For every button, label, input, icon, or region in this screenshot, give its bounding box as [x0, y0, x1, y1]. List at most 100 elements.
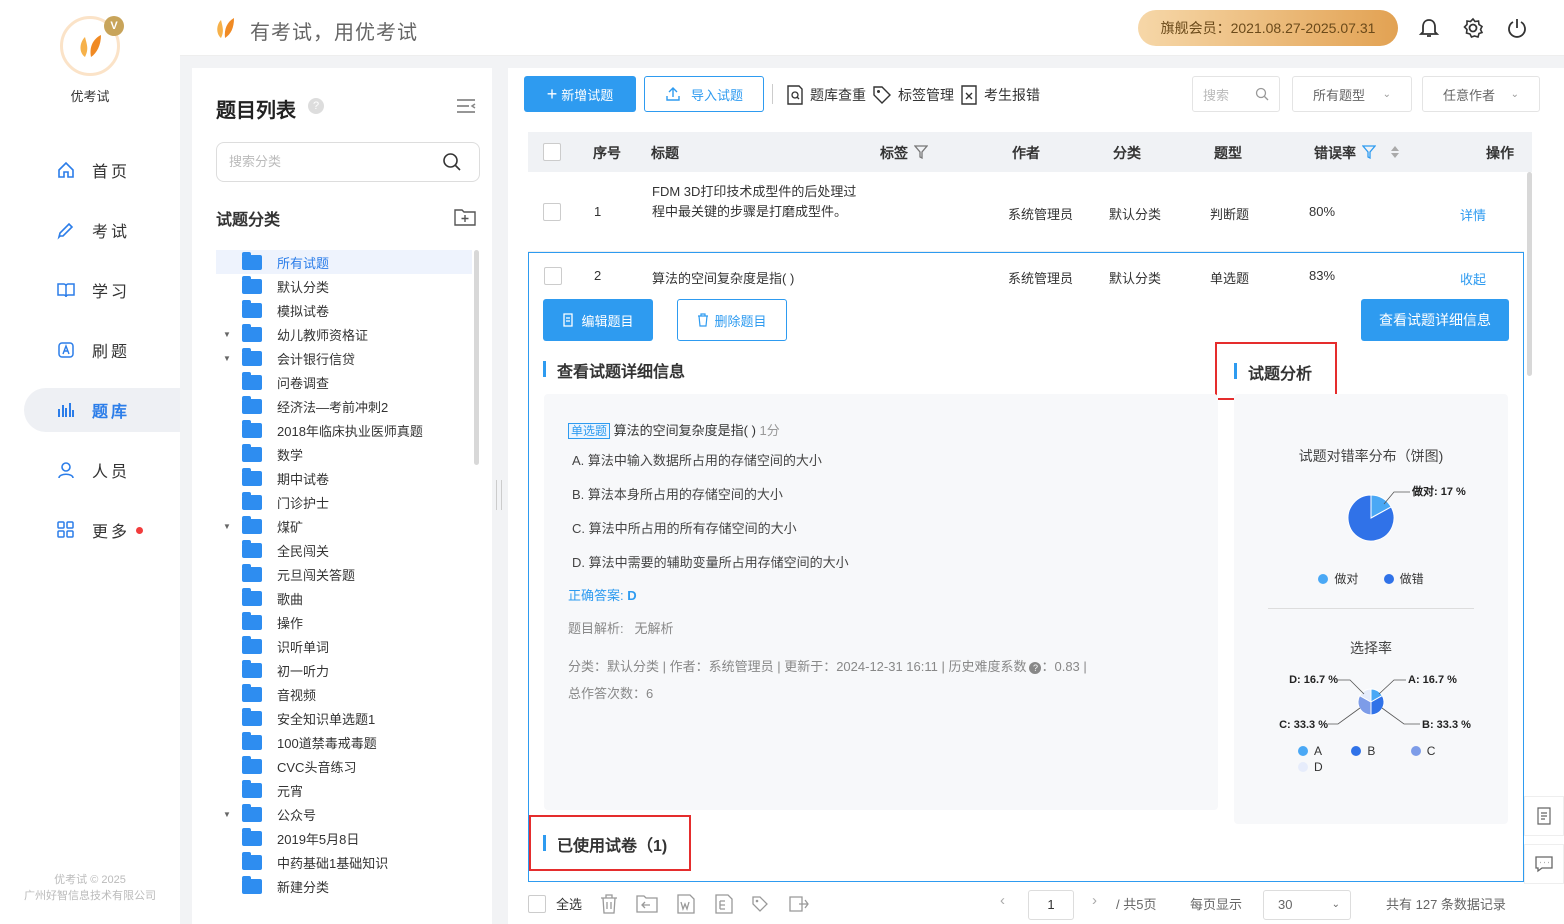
dedupe-link[interactable]: 题库查重 — [786, 84, 866, 106]
tree-item[interactable]: 安全知识单选题1 — [216, 706, 472, 730]
nav-item-5[interactable]: 人员 — [24, 448, 180, 492]
tree-item[interactable]: 门诊护士 — [216, 490, 472, 514]
export-excel-icon[interactable] — [714, 894, 734, 914]
tree-item[interactable]: 初一听力 — [216, 658, 472, 682]
per-page-select[interactable]: 30 ⌄ — [1263, 890, 1351, 920]
view-detail-button[interactable]: 查看试题详细信息 — [1361, 299, 1509, 341]
tree-item[interactable]: 全民闯关 — [216, 538, 472, 562]
tree-item[interactable]: 操作 — [216, 610, 472, 634]
caret-down-icon[interactable]: ▼ — [223, 330, 231, 339]
tree-item[interactable]: ▼ 煤矿 — [216, 514, 472, 538]
sort-icon[interactable] — [1390, 144, 1400, 160]
tree-item-label: 模拟试卷 — [277, 303, 330, 319]
tag-manage-link[interactable]: 标签管理 — [872, 84, 954, 106]
question-search-input[interactable]: 搜索 — [1192, 76, 1280, 112]
tree-item[interactable]: 中药基础1基础知识 — [216, 850, 472, 874]
tree-item[interactable]: 元旦闯关答题 — [216, 562, 472, 586]
help-icon[interactable]: ? — [1029, 662, 1042, 674]
row-checkbox[interactable] — [544, 267, 562, 285]
error-report-link[interactable]: 考生报错 — [960, 84, 1040, 106]
tree-item[interactable]: 新建分类 — [216, 874, 472, 898]
tree-item[interactable]: 100道禁毒戒毒题 — [216, 730, 472, 754]
filter-icon[interactable] — [914, 145, 928, 159]
nav-item-6[interactable]: 更多 — [24, 508, 180, 552]
tree-item[interactable]: 2019年5月8日 — [216, 826, 472, 850]
tree-item[interactable]: CVC头音练习 — [216, 754, 472, 778]
folder-icon — [242, 779, 262, 798]
chart-divider — [1268, 608, 1474, 609]
detail-link[interactable]: 详情 — [1460, 205, 1486, 224]
tree-item[interactable]: 问卷调查 — [216, 370, 472, 394]
tree-item[interactable]: 识听单词 — [216, 634, 472, 658]
page-input[interactable]: 1 — [1028, 890, 1074, 920]
folder-icon — [242, 731, 262, 750]
add-question-button[interactable]: + 新增试题 — [524, 76, 636, 112]
nav-item-0[interactable]: 首页 — [24, 148, 180, 192]
nav-item-2[interactable]: 学习 — [24, 268, 180, 312]
table-row[interactable]: 1 FDM 3D打印技术成型件的后处理过程中最关键的步骤是打磨成型件。 系统管理… — [528, 172, 1524, 252]
delete-question-button[interactable]: 删除题目 — [677, 299, 787, 341]
search-icon[interactable] — [442, 152, 462, 172]
question-stem: 单选题 算法的空间复杂度是指( ) 1分 — [568, 420, 780, 439]
filter-icon[interactable] — [1362, 145, 1376, 159]
tree-item[interactable]: ▼ 会计银行信贷 — [216, 346, 472, 370]
author-select[interactable]: 任意作者 ⌄ — [1422, 76, 1540, 112]
caret-down-icon[interactable]: ▼ — [223, 522, 231, 531]
power-icon[interactable] — [1506, 17, 1528, 39]
table-scrollbar[interactable] — [1527, 172, 1532, 376]
panel-resize-handle[interactable] — [496, 480, 502, 510]
gear-icon[interactable] — [1462, 17, 1484, 39]
tree-item[interactable]: ▼ 幼儿教师资格证 — [216, 322, 472, 346]
tree-item[interactable]: 经济法—考前冲刺2 — [216, 394, 472, 418]
batch-tag-icon[interactable] — [750, 894, 770, 914]
tree-item[interactable]: 模拟试卷 — [216, 298, 472, 322]
tag-icon — [873, 86, 891, 104]
next-page-icon[interactable]: › — [1092, 892, 1097, 909]
caret-down-icon[interactable]: ▼ — [223, 354, 231, 363]
tree-item[interactable]: 所有试题 — [216, 250, 472, 274]
prev-page-icon[interactable]: ‹ — [1000, 892, 1005, 909]
tree-item[interactable]: 数学 — [216, 442, 472, 466]
chat-float-button[interactable] — [1524, 844, 1564, 884]
tree-item[interactable]: 默认分类 — [216, 274, 472, 298]
vip-badge-icon: V — [104, 16, 124, 36]
book-icon — [57, 283, 75, 298]
notes-float-button[interactable] — [1524, 796, 1564, 836]
import-question-button[interactable]: 导入试题 — [644, 76, 764, 112]
caret-down-icon[interactable]: ▼ — [223, 810, 231, 819]
header-checkbox[interactable] — [543, 143, 561, 161]
user-icon — [58, 462, 74, 479]
folder-icon — [242, 563, 262, 582]
nav-item-4[interactable]: 题库 — [24, 388, 180, 432]
tree-item[interactable]: 元宵 — [216, 778, 472, 802]
tree-item[interactable]: ▼ 公众号 — [216, 802, 472, 826]
help-icon[interactable]: ? — [308, 98, 324, 114]
type-select[interactable]: 所有题型 ⌄ — [1292, 76, 1412, 112]
table-header: 序号 标题 标签 作者 分类 题型 错误率 操作 — [528, 132, 1532, 172]
bell-icon[interactable] — [1418, 17, 1440, 39]
select-all-label[interactable]: 全选 — [556, 894, 582, 913]
tree-item[interactable]: 音视频 — [216, 682, 472, 706]
vip-membership-badge[interactable]: 旗舰会员：2021.08.27-2025.07.31 — [1138, 10, 1398, 46]
move-folder-icon[interactable] — [636, 894, 658, 914]
add-folder-icon[interactable] — [454, 208, 476, 226]
tree-item-label: 100道禁毒戒毒题 — [277, 735, 377, 751]
row-checkbox[interactable] — [543, 203, 561, 221]
nav-item-1[interactable]: 考试 — [24, 208, 180, 252]
label-line — [1378, 679, 1406, 695]
tree-scrollbar[interactable] — [474, 250, 479, 465]
collapse-link[interactable]: 收起 — [1460, 269, 1486, 288]
app-name: 优考试 — [70, 89, 110, 104]
nav-item-3[interactable]: 刷题 — [24, 328, 180, 372]
tree-item[interactable]: 歌曲 — [216, 586, 472, 610]
export-word-icon[interactable] — [676, 894, 696, 914]
error-report-label: 考生报错 — [984, 87, 1040, 103]
trash-icon[interactable] — [600, 894, 618, 914]
batch-move-icon[interactable] — [788, 894, 810, 914]
category-search-input[interactable]: 搜索分类 — [216, 142, 480, 182]
select-all-checkbox[interactable] — [528, 895, 546, 913]
edit-question-button[interactable]: 编辑题目 — [543, 299, 653, 341]
collapse-menu-icon[interactable] — [456, 98, 476, 114]
tree-item[interactable]: 期中试卷 — [216, 466, 472, 490]
tree-item[interactable]: 2018年临床执业医师真题 — [216, 418, 472, 442]
